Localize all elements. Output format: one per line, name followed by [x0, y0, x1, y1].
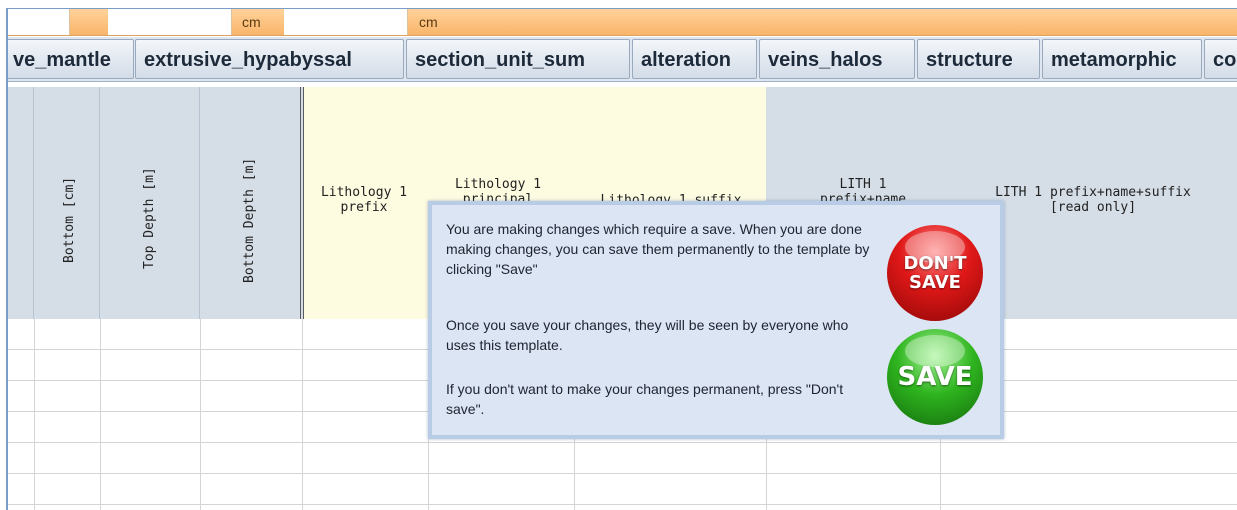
unit-cell-cm-2[interactable]: cm [419, 9, 459, 35]
grid-row-line [8, 442, 1237, 443]
grid-col-line [302, 319, 303, 510]
column-label-bottom-depth: Bottom Depth [m] [242, 157, 257, 283]
tab-veins-halos[interactable]: veins_halos [759, 39, 915, 79]
tab-metamorphic[interactable]: metamorphic [1042, 39, 1202, 79]
unit-cell-blank-2[interactable] [108, 9, 232, 35]
tab-alteration[interactable]: alteration [632, 39, 757, 79]
column-header-bottom-cm[interactable]: Bottom [cm] [34, 87, 100, 319]
column-header-bottom-depth[interactable]: Bottom Depth [m] [200, 87, 300, 319]
tab-ultramafic-mantle[interactable]: ve_mantle [8, 39, 134, 79]
column-label-lith1-prefix[interactable]: Lithology 1 prefix [304, 185, 424, 215]
tab-core[interactable]: co [1204, 39, 1237, 79]
unit-cell-cm-1[interactable]: cm [242, 9, 282, 35]
dialog-paragraph-dont-save: If you don't want to make your changes p… [446, 381, 844, 417]
save-changes-dialog: You are making changes which require a s… [428, 201, 1004, 439]
grid-row-line [8, 504, 1237, 505]
unit-cell-blank-3[interactable] [284, 9, 408, 35]
unit-row: cm cm [8, 9, 1237, 36]
tab-extrusive-hypabyssal[interactable]: extrusive_hypabyssal [135, 39, 404, 79]
tab-section-unit-sum[interactable]: section_unit_sum [406, 39, 630, 79]
dont-save-button-label: DON'T SAVE [903, 253, 967, 293]
dont-save-button[interactable]: DON'T SAVE [887, 225, 983, 321]
unit-cell-blank-1[interactable] [8, 9, 70, 35]
column-label-bottom-cm: Bottom [cm] [62, 176, 77, 263]
save-button-label: SAVE [897, 362, 973, 392]
column-header-blank[interactable] [8, 87, 34, 319]
grid-row-line [8, 473, 1237, 474]
dialog-paragraph-save-required: You are making changes which require a s… [446, 221, 870, 277]
column-header-top-depth[interactable]: Top Depth [m] [100, 87, 200, 319]
grid-col-line [200, 319, 201, 510]
tab-structure[interactable]: structure [917, 39, 1040, 79]
grid-col-line [34, 319, 35, 510]
grid-col-line [100, 319, 101, 510]
save-button[interactable]: SAVE [887, 329, 983, 425]
dialog-paragraph-visibility: Once you save your changes, they will be… [446, 317, 849, 353]
column-label-top-depth: Top Depth [m] [142, 167, 157, 269]
sheet-tab-bar: ve_mantle extrusive_hypabyssal section_u… [8, 37, 1237, 82]
